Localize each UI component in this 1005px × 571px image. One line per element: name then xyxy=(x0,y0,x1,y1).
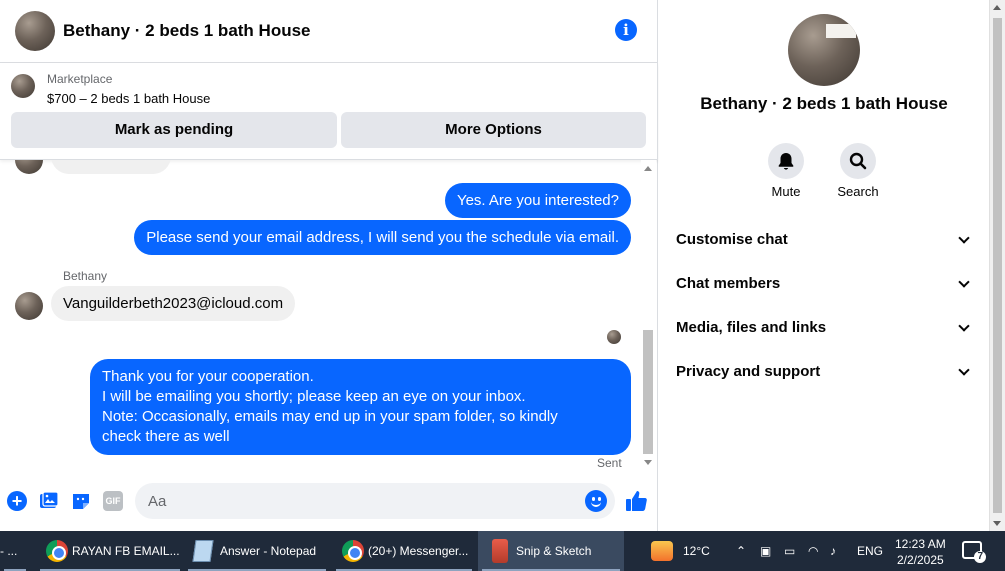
chat-header: Bethany · 2 beds 1 bath House i xyxy=(0,0,658,63)
message-composer: + GIF Aa xyxy=(0,471,658,531)
outgoing-message[interactable]: Thank you for your cooperation. I will b… xyxy=(90,359,631,455)
bell-icon xyxy=(768,143,804,179)
menu-media-files-links[interactable]: Media, files and links xyxy=(676,310,974,346)
scroll-up-arrow-icon[interactable] xyxy=(644,166,652,171)
chat-details-pane: Bethany · 2 beds 1 bath House Mute Searc… xyxy=(659,0,989,531)
message-list[interactable]: Yes. Are you interested? Please send you… xyxy=(0,160,658,471)
window-scrollbar[interactable] xyxy=(989,0,1005,531)
message-line: I will be emailing you shortly; please k… xyxy=(102,388,526,405)
message-line: check there as well xyxy=(102,428,230,445)
emoji-icon[interactable] xyxy=(585,490,607,512)
chat-pane: Bethany · 2 beds 1 bath House i Marketpl… xyxy=(0,0,658,531)
message-input[interactable]: Aa xyxy=(135,483,615,519)
menu-chat-members[interactable]: Chat members xyxy=(676,266,974,302)
sender-name: Bethany xyxy=(63,269,108,283)
menu-label: Customise chat xyxy=(676,231,788,248)
chat-title[interactable]: Bethany · 2 beds 1 bath House xyxy=(63,21,311,41)
incoming-message[interactable]: Vanguilderbeth2023@icloud.com xyxy=(51,286,296,321)
mute-label: Mute xyxy=(771,184,801,199)
notification-center-icon[interactable]: 7 xyxy=(962,541,986,563)
thumbs-up-icon[interactable] xyxy=(624,489,648,513)
search-icon xyxy=(840,143,876,179)
taskbar-item-label: - ... xyxy=(0,544,18,558)
details-title: Bethany · 2 beds 1 bath House xyxy=(700,94,948,113)
chevron-down-icon xyxy=(958,320,970,332)
taskbar-item-chrome-rayan[interactable]: RAYAN FB EMAIL... xyxy=(36,531,184,571)
outgoing-message[interactable]: Yes. Are you interested? xyxy=(444,183,631,218)
chevron-down-icon xyxy=(958,276,970,288)
mark-as-pending-button[interactable]: Mark as pending xyxy=(11,112,337,148)
search-button[interactable]: Search xyxy=(828,143,888,199)
scroll-up-arrow-icon[interactable] xyxy=(993,5,1001,10)
outgoing-message[interactable]: Please send your email address, I will s… xyxy=(134,220,631,255)
scrollbar-thumb[interactable] xyxy=(643,330,653,454)
taskbar-item[interactable]: - ... xyxy=(0,531,30,571)
messenger-window: Bethany · 2 beds 1 bath House i Marketpl… xyxy=(0,0,1005,531)
chrome-icon xyxy=(342,540,364,562)
meet-now-icon[interactable]: ▣ xyxy=(760,544,771,558)
mute-button[interactable]: Mute xyxy=(756,143,816,199)
clock-date: 2/2/2025 xyxy=(896,553,944,567)
menu-label: Chat members xyxy=(676,275,781,292)
message-input-placeholder: Aa xyxy=(148,493,167,510)
listing-thumbnail[interactable] xyxy=(11,74,35,98)
contact-avatar-small[interactable] xyxy=(15,292,43,320)
clock[interactable]: 12:23 AM 2/2/2025 xyxy=(895,536,946,568)
snip-sketch-icon xyxy=(492,539,508,563)
more-options-button[interactable]: More Options xyxy=(341,112,646,148)
taskbar: - ... RAYAN FB EMAIL... Answer - Notepad… xyxy=(0,531,1005,571)
info-icon[interactable]: i xyxy=(615,19,637,41)
scroll-down-arrow-icon[interactable] xyxy=(644,460,652,465)
taskbar-item-label: (20+) Messenger... xyxy=(368,544,469,558)
weather-icon[interactable] xyxy=(651,541,673,561)
menu-privacy-support[interactable]: Privacy and support xyxy=(676,354,974,390)
contact-avatar-small xyxy=(15,160,43,174)
notepad-icon xyxy=(192,540,214,562)
plus-icon[interactable]: + xyxy=(7,491,27,511)
language-indicator[interactable]: ENG xyxy=(857,544,883,558)
sticker-icon[interactable] xyxy=(71,491,91,511)
previous-message-bubble xyxy=(51,160,171,174)
wifi-icon[interactable]: ◠ xyxy=(808,544,818,558)
menu-customise-chat[interactable]: Customise chat xyxy=(676,222,974,258)
taskbar-item-label: RAYAN FB EMAIL... xyxy=(72,544,180,558)
contact-avatar-large[interactable] xyxy=(788,14,860,86)
search-label: Search xyxy=(837,184,879,199)
taskbar-item-notepad[interactable]: Answer - Notepad xyxy=(184,531,330,571)
listing-source-label: Marketplace xyxy=(47,72,113,86)
volume-icon[interactable]: ♪ xyxy=(830,544,836,558)
chat-scrollbar[interactable] xyxy=(641,160,656,471)
clock-time: 12:23 AM xyxy=(895,537,946,551)
scrollbar-thumb[interactable] xyxy=(993,18,1002,513)
gif-icon[interactable]: GIF xyxy=(103,491,123,511)
taskbar-item-snip-sketch[interactable]: Snip & Sketch xyxy=(478,531,624,571)
message-line: Note: Occasionally, emails may end up in… xyxy=(102,408,558,425)
chevron-up-icon[interactable]: ⌃ xyxy=(736,544,746,558)
menu-label: Privacy and support xyxy=(676,363,821,380)
chrome-icon xyxy=(46,540,68,562)
taskbar-item-label: Answer - Notepad xyxy=(220,544,317,558)
menu-label: Media, files and links xyxy=(676,319,827,336)
battery-icon[interactable]: ▭ xyxy=(784,544,795,558)
weather-temperature[interactable]: 12°C xyxy=(683,544,710,558)
chevron-down-icon xyxy=(958,364,970,376)
notification-count: 7 xyxy=(974,551,986,563)
taskbar-item-messenger[interactable]: (20+) Messenger... xyxy=(332,531,476,571)
seen-indicator-avatar xyxy=(607,330,621,344)
taskbar-item-label: Snip & Sketch xyxy=(516,544,592,558)
listing-price-title[interactable]: $700 – 2 beds 1 bath House xyxy=(47,91,210,106)
listing-banner: Marketplace $700 – 2 beds 1 bath House M… xyxy=(0,63,658,160)
photo-icon[interactable] xyxy=(39,491,59,511)
message-line: Thank you for your cooperation. xyxy=(102,368,314,385)
scroll-down-arrow-icon[interactable] xyxy=(993,521,1001,526)
chevron-down-icon xyxy=(958,232,970,244)
contact-avatar[interactable] xyxy=(15,11,55,51)
message-status: Sent xyxy=(597,456,622,470)
